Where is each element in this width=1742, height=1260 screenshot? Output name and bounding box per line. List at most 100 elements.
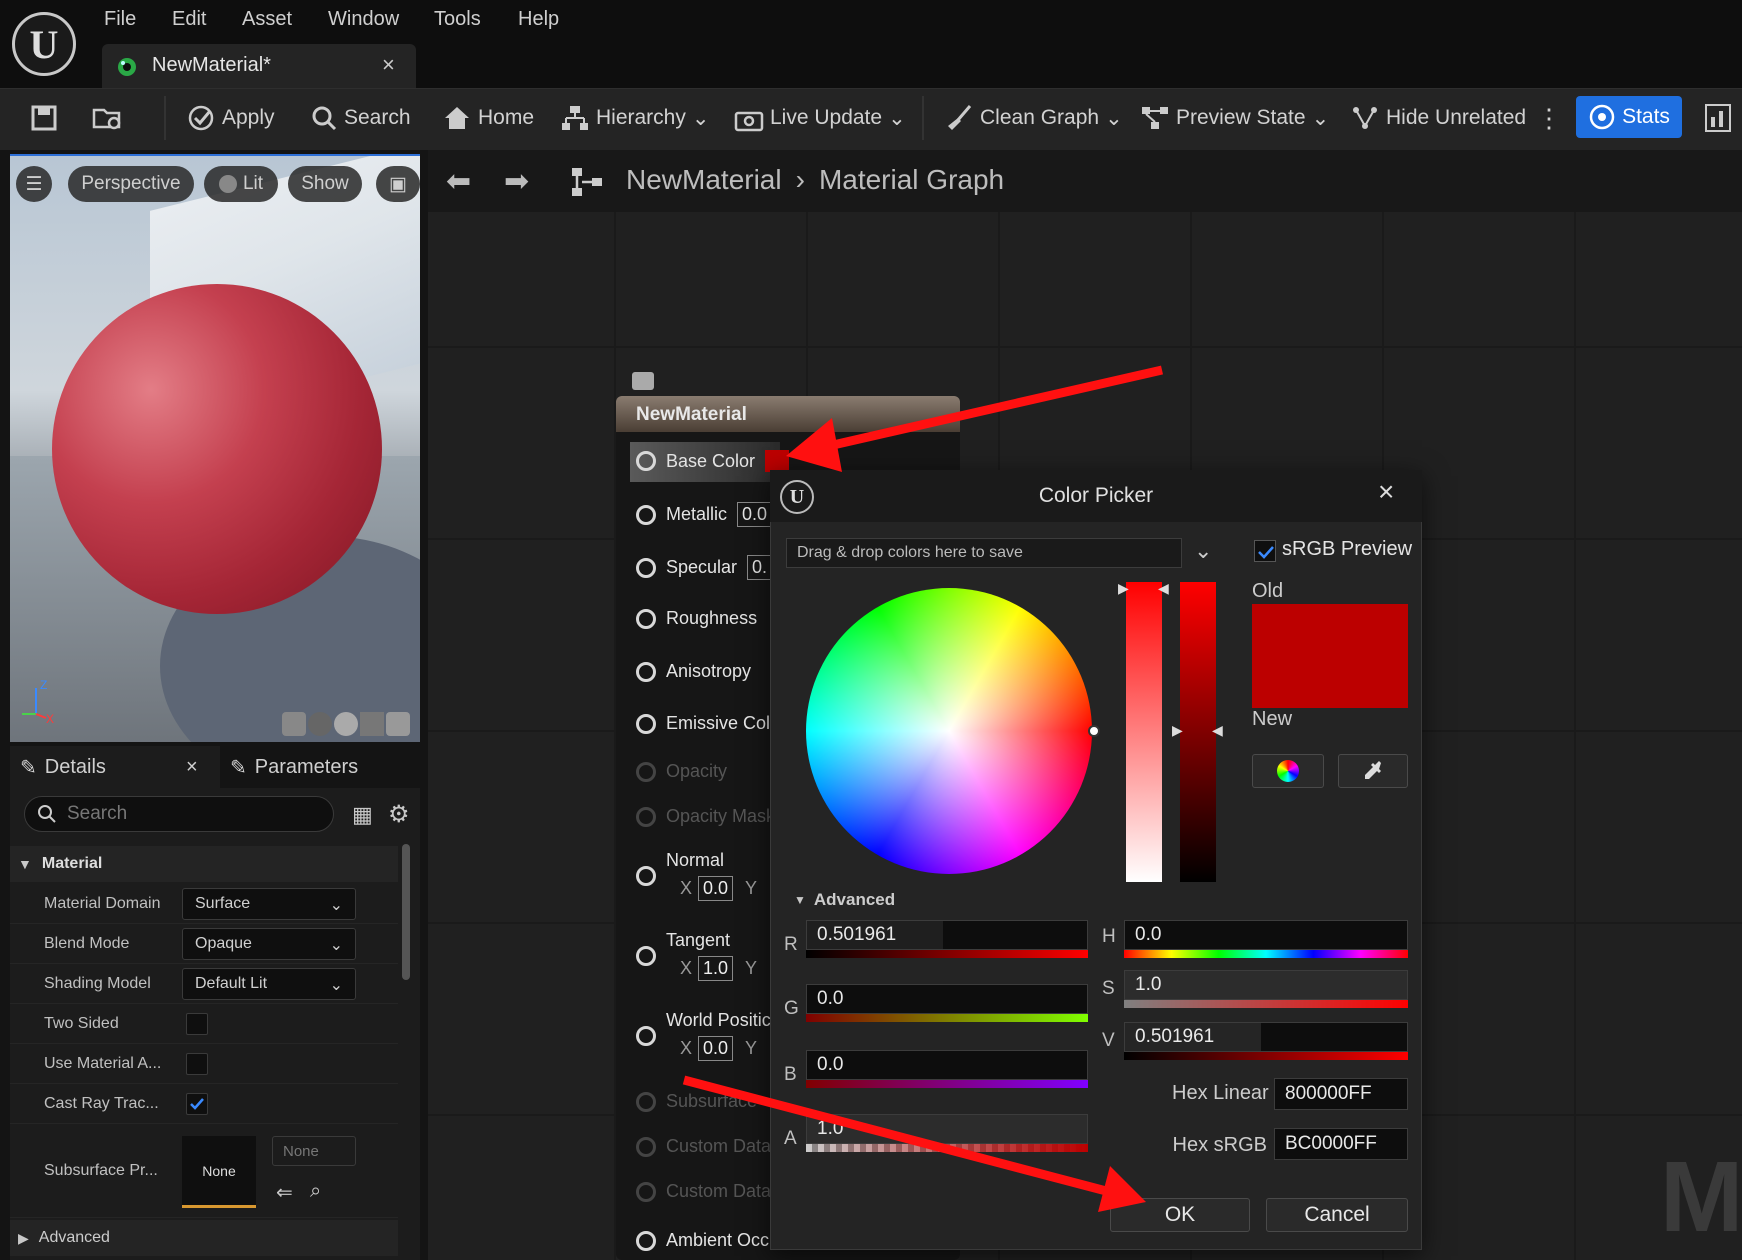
v-gradient-bar[interactable] [1124,1052,1408,1060]
pin-connector-icon[interactable] [636,761,656,782]
hide-unrelated-button[interactable]: Hide Unrelated [1350,94,1526,142]
pin-connector-icon[interactable] [636,1136,656,1157]
more-options-icon[interactable]: ⋮ [1536,94,1562,142]
pin-world-position-offset[interactable] [636,1026,656,1046]
hex-linear-input[interactable]: 800000FF [1274,1078,1408,1110]
search-button[interactable]: Search [310,94,411,142]
save-button[interactable] [30,94,58,142]
pin-connector-icon[interactable] [636,451,656,471]
hierarchy-button[interactable]: Hierarchy ⌄ [560,94,709,142]
saved-colors-drop-area[interactable]: Drag & drop colors here to save [786,538,1182,568]
browse-button[interactable] [92,94,124,142]
pin-emissive-color[interactable]: Emissive Col [636,713,770,734]
pin-anisotropy[interactable]: Anisotropy [636,661,751,682]
live-update-button[interactable]: Live Update ⌄ [734,94,906,142]
menu-asset[interactable]: Asset [242,8,292,31]
value-slider[interactable] [1180,582,1216,882]
pin-connector-icon[interactable] [636,504,656,525]
details-search-input[interactable]: Search [24,796,334,832]
breadcrumb-graph[interactable]: Material Graph [819,164,1004,196]
menu-help[interactable]: Help [518,8,559,31]
pin-normal[interactable] [636,866,656,886]
pin-tangent[interactable] [636,946,656,966]
pin-opacity-mask[interactable]: Opacity Mask [636,806,775,827]
pin-connector-icon[interactable] [636,1091,656,1112]
breadcrumb-asset[interactable]: NewMaterial [626,164,782,196]
cast-ray-traced-shadows-checkbox[interactable] [186,1092,208,1115]
h-input[interactable]: 0.0 [1124,920,1408,950]
teapot-icon[interactable] [386,712,410,736]
pin-connector-icon[interactable] [636,806,656,827]
r-input[interactable]: 0.501961 [806,920,1088,950]
tab-parameters[interactable]: ✎ Parameters [220,746,420,788]
color-wheel-cursor[interactable] [1088,725,1100,737]
wpo-x-input[interactable]: 0.0 [698,1036,734,1061]
settings-gear-icon[interactable]: ⚙ [388,800,410,829]
saturation-slider-handle-icon[interactable]: ◀ [1158,580,1169,597]
close-details-icon[interactable]: × [186,756,198,779]
two-sided-checkbox[interactable] [186,1012,208,1035]
pin-base-color[interactable]: Base Color [636,450,790,472]
tab-details[interactable]: ✎ Details × [20,746,216,788]
metallic-value-input[interactable]: 0.0 [737,502,773,527]
specular-value-input[interactable]: 0. [747,555,773,580]
show-button[interactable]: Show [288,166,362,202]
value-slider-handle-icon[interactable]: ▶ [1172,722,1183,739]
cylinder-icon[interactable] [282,712,306,736]
shading-model-dropdown[interactable]: Default Lit ⌄ [182,967,356,1000]
v-input[interactable]: 0.501961 [1124,1022,1408,1052]
menu-edit[interactable]: Edit [172,8,206,31]
s-input[interactable]: 1.0 [1124,970,1408,1000]
screenshot-icon[interactable]: ▣ [376,166,420,202]
tangent-x-input[interactable]: 1.0 [698,956,734,981]
subsurface-combo[interactable]: None [272,1136,356,1166]
pin-connector-icon[interactable] [636,713,656,734]
use-material-attributes-checkbox[interactable] [186,1052,208,1075]
g-gradient-bar[interactable] [806,1014,1088,1022]
pin-ambient-occlusion[interactable]: Ambient Occ [636,1230,769,1251]
cube-icon[interactable] [360,712,384,736]
a-input[interactable]: 1.0 [806,1114,1088,1144]
home-button[interactable]: Home [442,94,534,142]
pin-metallic[interactable]: Metallic 0.0 [636,502,773,527]
ok-button[interactable]: OK [1110,1198,1250,1232]
pin-specular[interactable]: Specular 0. [636,555,773,580]
subsurface-thumbnail[interactable]: None [182,1136,256,1208]
g-input[interactable]: 0.0 [806,984,1088,1014]
platform-stats-button[interactable] [1704,94,1732,142]
color-wheel-mode-button[interactable] [1252,754,1324,788]
unreal-logo-icon[interactable]: U [12,12,76,76]
saturation-slider[interactable] [1126,582,1162,882]
value-slider-handle-icon[interactable]: ◀ [1212,722,1223,739]
preview-state-button[interactable]: Preview State ⌄ [1140,94,1329,142]
pin-connector-icon[interactable] [636,1230,656,1251]
menu-tools[interactable]: Tools [434,8,481,31]
pin-connector-icon[interactable] [636,608,656,629]
sphere-icon[interactable] [308,712,332,736]
pin-connector-icon[interactable] [636,1181,656,1202]
s-gradient-bar[interactable] [1124,1000,1408,1008]
viewport-menu-icon[interactable]: ☰ [16,166,52,202]
node-title[interactable]: NewMaterial [616,396,960,432]
color-wheel[interactable] [806,588,1092,874]
pin-connector-icon[interactable] [636,1026,656,1046]
section-material-header[interactable]: ▼ Material [10,846,398,882]
menu-window[interactable]: Window [328,8,399,31]
b-gradient-bar[interactable] [806,1080,1088,1088]
pin-connector-icon[interactable] [636,946,656,966]
pin-roughness[interactable]: Roughness [636,608,757,629]
comment-bubble-icon[interactable] [632,372,654,390]
hex-srgb-input[interactable]: BC0000FF [1274,1128,1408,1160]
section-advanced-header[interactable]: ▶ Advanced [10,1220,398,1256]
material-preview-viewport[interactable]: ☰ Perspective Lit Show ▣ Z X [10,154,420,742]
advanced-section-header[interactable]: ▼ Advanced [794,890,895,910]
saturation-slider-handle-icon[interactable]: ▶ [1118,580,1129,597]
apply-button[interactable]: Apply [186,94,275,142]
graph-hierarchy-icon[interactable] [570,166,604,198]
close-dialog-icon[interactable]: × [1378,476,1394,508]
eyedropper-button[interactable] [1338,754,1408,788]
srgb-preview-checkbox[interactable] [1254,540,1276,562]
use-selected-icon[interactable]: ⇐ [276,1180,293,1205]
b-input[interactable]: 0.0 [806,1050,1088,1080]
blend-mode-dropdown[interactable]: Opaque ⌄ [182,927,356,960]
